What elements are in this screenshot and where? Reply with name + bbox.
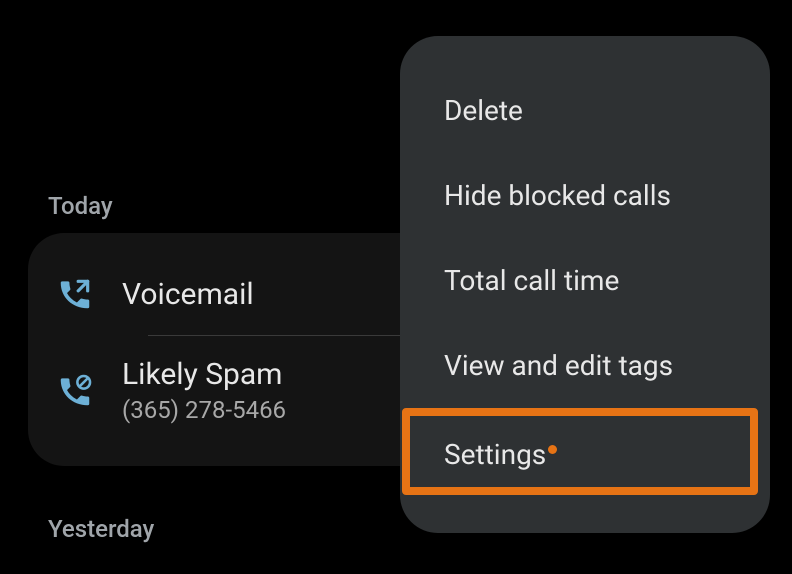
- call-title: Voicemail: [122, 277, 254, 312]
- phone-outgoing-icon: [56, 275, 94, 313]
- menu-item-settings[interactable]: Settings: [402, 408, 758, 495]
- section-header-yesterday: Yesterday: [0, 515, 154, 543]
- menu-item-view-edit-tags[interactable]: View and edit tags: [400, 323, 770, 408]
- call-title: Likely Spam: [122, 357, 286, 392]
- call-subtitle: (365) 278-5466: [122, 396, 286, 424]
- menu-item-delete[interactable]: Delete: [400, 68, 770, 153]
- menu-item-hide-blocked[interactable]: Hide blocked calls: [400, 153, 770, 238]
- notification-dot-icon: [548, 445, 557, 454]
- phone-blocked-icon: [56, 372, 94, 410]
- call-details: Voicemail: [122, 277, 254, 312]
- section-header-today: Today: [0, 192, 113, 220]
- call-details: Likely Spam (365) 278-5466: [122, 357, 286, 424]
- menu-item-label: Settings: [444, 438, 546, 471]
- menu-item-total-call-time[interactable]: Total call time: [400, 238, 770, 323]
- overflow-menu: Delete Hide blocked calls Total call tim…: [400, 36, 770, 533]
